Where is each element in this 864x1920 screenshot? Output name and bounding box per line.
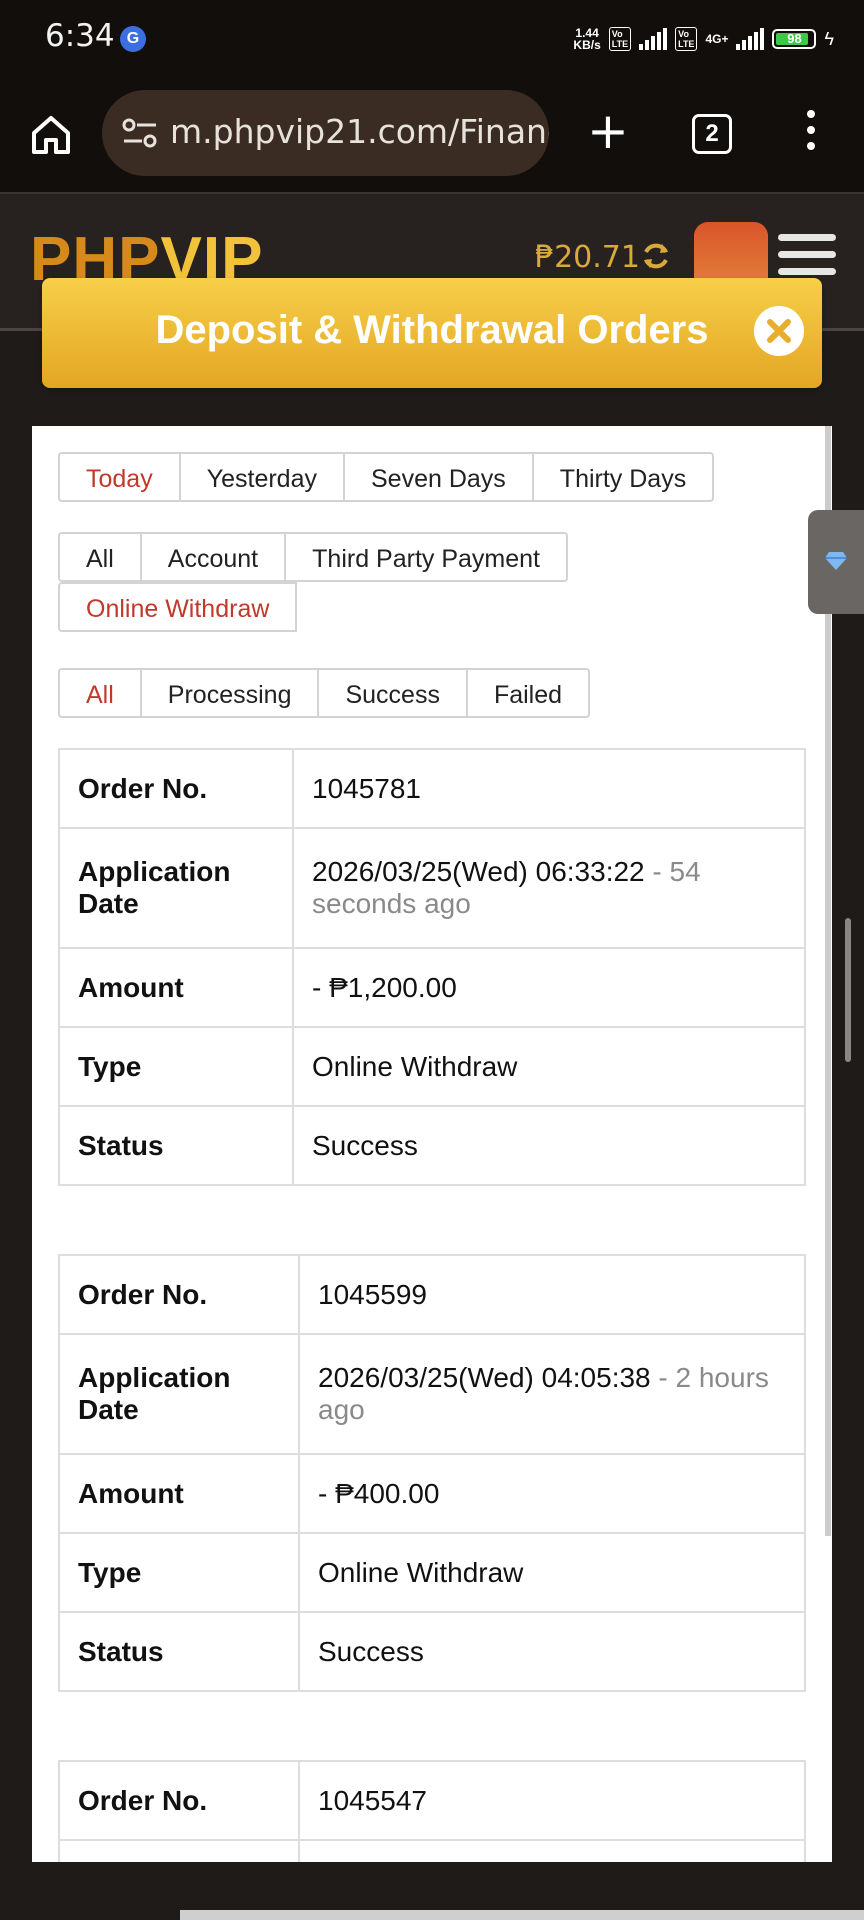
filter-status-all[interactable]: All [58,668,142,718]
amount-value: - ₱400.00 [298,1453,806,1534]
status-filter: All Processing Success Failed [58,668,591,724]
new-tab-button[interactable]: + [585,106,631,156]
charging-icon: ϟ [824,28,834,49]
floating-side-tab[interactable] [808,510,864,614]
order-no-label: Order No. [58,1254,300,1335]
filter-processing[interactable]: Processing [139,668,320,718]
status-value: Success [298,1611,806,1692]
type-value: Online Withdraw [292,1026,806,1107]
order-card: Order No. 1045547 [58,1760,806,1862]
address-bar[interactable]: m.phpvip21.com/Finance [102,90,549,176]
network-speed: 1.44 KB/s [573,26,601,52]
application-date-label: Application Date [58,1333,300,1455]
period-filter: Today Yesterday Seven Days Thirty Days [58,452,715,508]
page-scrollbar[interactable] [845,918,851,1062]
application-date-label [58,1839,300,1862]
order-card: Order No. 1045781 Application Date 2026/… [58,748,806,1186]
diamond-icon [825,552,847,570]
category-filter: All Account Third Party Payment Online W… [58,532,618,638]
close-icon[interactable] [754,306,804,356]
signal-icon [736,28,765,50]
battery-level: 98 [787,31,802,46]
order-no-label: Order No. [58,1760,300,1841]
type-label: Type [58,1532,300,1613]
network-type: 4G+ [705,32,729,46]
tab-switcher-button[interactable]: 2 [692,114,732,154]
battery-icon: 98 [772,29,817,49]
browser-menu-icon[interactable] [805,110,817,154]
order-card: Order No. 1045599 Application Date 2026/… [58,1254,806,1692]
application-date-label: Application Date [58,827,294,949]
order-no-label: Order No. [58,748,294,829]
google-icon: G [120,26,146,52]
status-icons: 1.44 KB/s Vo LTE Vo LTE 4G+ 98 ϟ [573,22,834,56]
volte-icon: Vo LTE [675,27,698,51]
modal-title: Deposit & Withdrawal Orders [155,308,709,352]
modal-header: Deposit & Withdrawal Orders [42,278,822,388]
filter-seven-days[interactable]: Seven Days [343,452,534,502]
filter-third-party-payment[interactable]: Third Party Payment [284,532,568,582]
filter-thirty-days[interactable]: Thirty Days [531,452,715,502]
filter-success[interactable]: Success [317,668,468,718]
browser-toolbar: m.phpvip21.com/Finance + 2 [0,78,864,194]
home-icon[interactable] [28,112,74,158]
filter-today[interactable]: Today [58,452,181,502]
volte-icon: Vo LTE [608,27,632,51]
amount-label: Amount [58,947,294,1028]
filter-failed[interactable]: Failed [465,668,591,718]
status-label: Status [58,1105,294,1186]
status-bar: 6:34 G 1.44 KB/s Vo LTE Vo LTE 4G+ 98 ϟ [0,0,864,78]
order-no-value: 1045547 [298,1760,806,1841]
application-date-value: 2026/03/25(Wed) 06:33:22 - 54 seconds ag… [292,827,806,949]
application-date-value [298,1839,806,1862]
clock: 6:34 [45,18,115,54]
gesture-bar [180,1910,864,1920]
filter-category-all[interactable]: All [58,532,142,582]
amount-label: Amount [58,1453,300,1534]
type-value: Online Withdraw [298,1532,806,1613]
wallet-balance: ₱20.71 [535,240,640,275]
order-no-value: 1045599 [298,1254,806,1335]
url-text[interactable]: m.phpvip21.com/Finance [170,112,549,151]
application-date-value: 2026/03/25(Wed) 04:05:38 - 2 hours ago [298,1333,806,1455]
type-label: Type [58,1026,294,1107]
refresh-icon[interactable] [640,240,672,272]
status-label: Status [58,1611,300,1692]
signal-icon [639,28,668,50]
hamburger-menu-icon[interactable] [778,234,836,282]
filter-account[interactable]: Account [139,532,287,582]
site-settings-icon[interactable] [120,116,160,150]
status-value: Success [292,1105,806,1186]
modal-body: Today Yesterday Seven Days Thirty Days A… [32,426,832,1862]
filter-online-withdraw[interactable]: Online Withdraw [58,582,298,632]
filter-yesterday[interactable]: Yesterday [178,452,345,502]
order-no-value: 1045781 [292,748,806,829]
amount-value: - ₱1,200.00 [292,947,806,1028]
